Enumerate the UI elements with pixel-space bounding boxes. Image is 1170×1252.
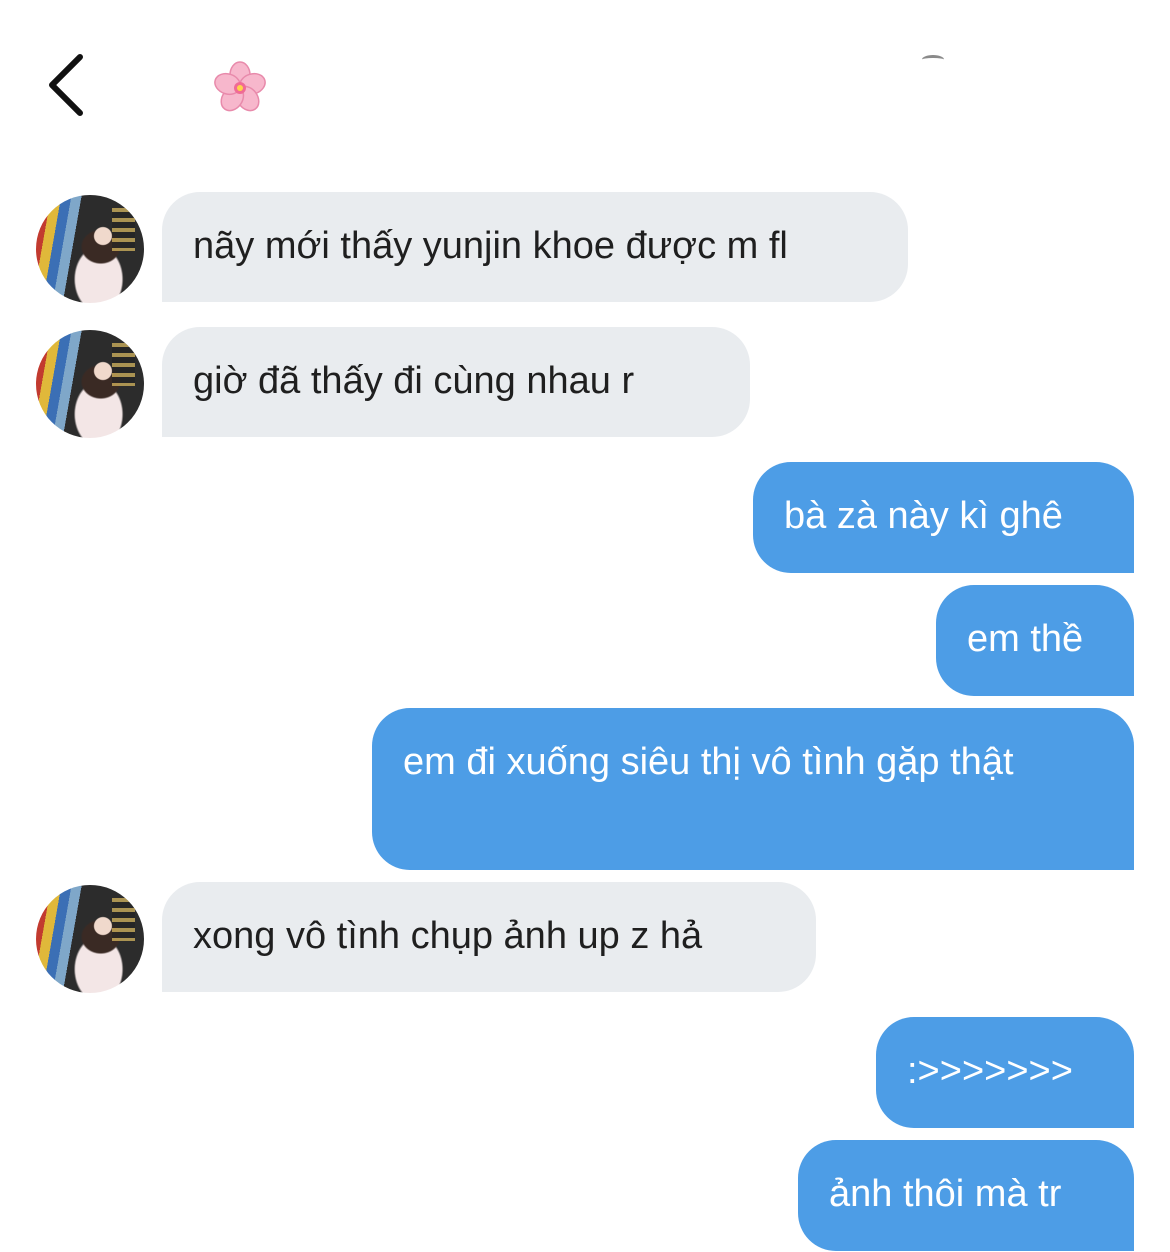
cherry-blossom-emoji[interactable]: [212, 60, 268, 116]
outgoing-message-bubble[interactable]: em thề: [936, 585, 1134, 696]
message-text: bà zà này kì ghê: [784, 495, 1063, 537]
incoming-message-bubble[interactable]: giờ đã thấy đi cùng nhau r: [162, 327, 750, 437]
message-text: em thề: [967, 618, 1084, 660]
incoming-message-bubble[interactable]: xong vô tình chụp ảnh up z hả: [162, 882, 816, 992]
chat-header: [0, 0, 1170, 150]
outgoing-message-bubble[interactable]: bà zà này kì ghê: [753, 462, 1134, 573]
message-row: :>>>>>>>: [0, 1017, 1170, 1129]
message-text: em đi xuống siêu thị vô tình gặp thật: [403, 741, 1014, 783]
contact-avatar[interactable]: [36, 330, 144, 438]
message-row: ảnh thôi mà tr: [0, 1140, 1170, 1252]
outgoing-message-bubble[interactable]: :>>>>>>>: [876, 1017, 1134, 1128]
message-text: nãy mới thấy yunjin khoe được m fl: [193, 225, 788, 267]
message-row: bà zà này kì ghê: [0, 462, 1170, 574]
message-text: giờ đã thấy đi cùng nhau r: [193, 360, 635, 402]
message-text: xong vô tình chụp ảnh up z hả: [193, 915, 703, 957]
message-text: ảnh thôi mà tr: [829, 1173, 1062, 1215]
message-row: xong vô tình chụp ảnh up z hả: [0, 882, 1170, 994]
message-row: em đi xuống siêu thị vô tình gặp thật: [0, 708, 1170, 870]
contact-avatar[interactable]: [36, 885, 144, 993]
contact-avatar[interactable]: [36, 195, 144, 303]
incoming-message-bubble[interactable]: nãy mới thấy yunjin khoe được m fl: [162, 192, 908, 302]
back-button[interactable]: [36, 50, 96, 120]
header-indicator: [922, 55, 944, 64]
chevron-left-icon: [49, 54, 83, 116]
message-text: :>>>>>>>: [907, 1050, 1073, 1092]
message-row: nãy mới thấy yunjin khoe được m fl: [0, 192, 1170, 304]
outgoing-message-bubble[interactable]: em đi xuống siêu thị vô tình gặp thật: [372, 708, 1134, 870]
outgoing-message-bubble[interactable]: ảnh thôi mà tr: [798, 1140, 1134, 1251]
message-row: em thề: [0, 585, 1170, 697]
message-row: giờ đã thấy đi cùng nhau r: [0, 327, 1170, 439]
